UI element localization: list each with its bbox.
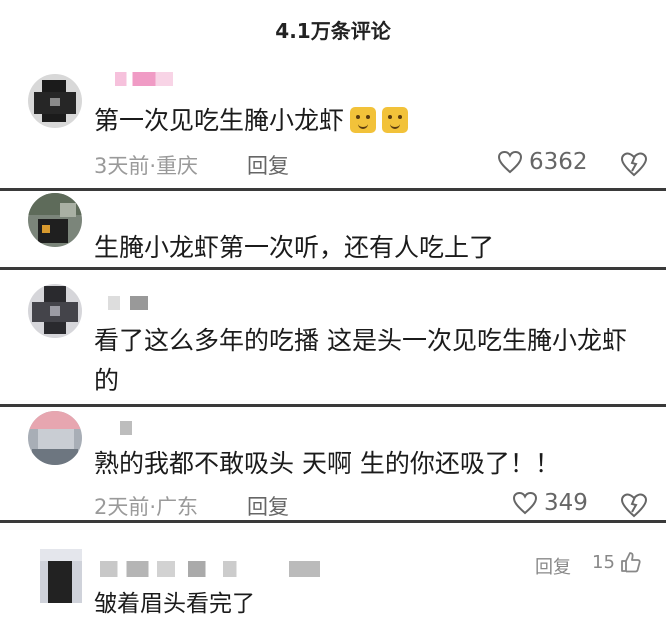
avatar[interactable] (28, 74, 82, 128)
like-count: 349 (544, 490, 588, 516)
like-button[interactable]: 15 (592, 551, 641, 573)
comment-text: 熟的我都不敢吸头 天啊 生的你还吸了！！ (94, 449, 560, 478)
avatar[interactable] (28, 411, 82, 465)
comment-text: 皱着眉头看完了 (94, 591, 255, 617)
comment-time: 2天前 (94, 495, 150, 519)
comment-text-line: 的 (94, 366, 120, 395)
comment-item: 看了这么多年的吃播 这是头一次见吃生腌小龙虾 的 (0, 270, 666, 404)
reply-button[interactable]: 回复 (535, 553, 571, 579)
cat-face-emoji (382, 107, 409, 133)
comment-text-line: 看了这么多年的吃播 这是头一次见吃生腌小龙虾 (94, 326, 627, 355)
comment-location: 广东 (156, 495, 199, 519)
heart-icon (497, 150, 523, 174)
comment-count-title: 4.1万条评论 (275, 18, 391, 43)
comment-text: 生腌小龙虾第一次听，还有人吃上了 (94, 233, 495, 262)
dislike-icon[interactable] (620, 492, 648, 518)
comment-item: 皱着眉头看完了 回复 15 (0, 523, 666, 627)
comment-time: 3天前 (94, 154, 150, 178)
username-blurred[interactable] (108, 296, 148, 310)
reply-button[interactable]: 回复 (247, 150, 289, 180)
like-button[interactable]: 349 (512, 490, 588, 516)
comment-meta: 2天前·广东 (94, 495, 199, 519)
thumbs-up-icon (621, 552, 641, 573)
comments-header: 4.1万条评论 (0, 0, 666, 58)
reply-button[interactable]: 回复 (247, 491, 289, 521)
comment-item: 生腌小龙虾第一次听，还有人吃上了 (0, 191, 666, 267)
comment-text: 第一次见吃生腌小龙虾 (94, 106, 409, 136)
avatar[interactable] (28, 193, 82, 247)
like-count: 15 (592, 551, 615, 573)
username-blurred[interactable] (120, 421, 132, 435)
comment-item: 第一次见吃生腌小龙虾 3天前·重庆 回复 6362 (0, 58, 666, 188)
comment-item: 熟的我都不敢吸头 天啊 生的你还吸了！！ 2天前·广东 回复 349 (0, 407, 666, 520)
avatar[interactable] (40, 549, 82, 603)
heart-icon (512, 491, 538, 515)
cat-face-emoji (350, 107, 377, 133)
like-button[interactable]: 6362 (497, 149, 588, 175)
username-blurred[interactable] (115, 72, 173, 86)
comment-location: 重庆 (156, 154, 199, 178)
dislike-icon[interactable] (620, 151, 648, 177)
comment-meta: 3天前·重庆 (94, 154, 199, 178)
username-blurred[interactable] (100, 561, 320, 577)
like-count: 6362 (529, 149, 588, 175)
avatar[interactable] (28, 284, 82, 338)
